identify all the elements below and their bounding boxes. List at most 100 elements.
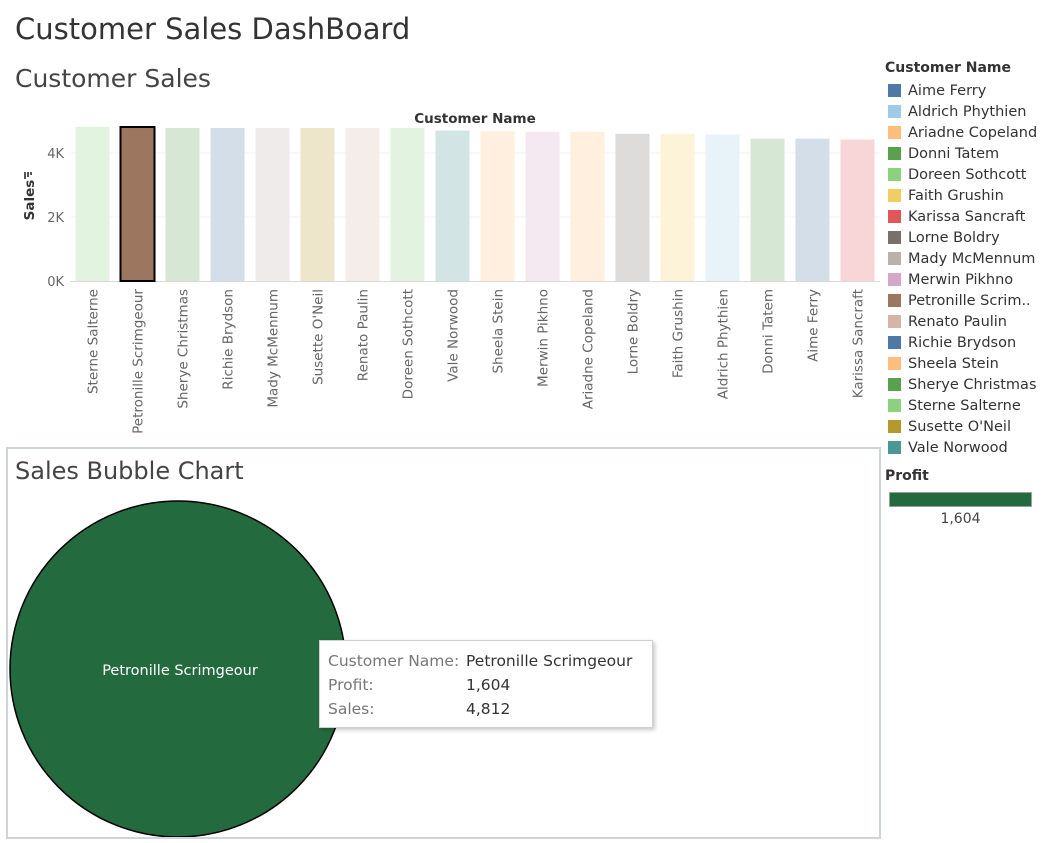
legend-swatch bbox=[888, 420, 901, 433]
legend-label: Merwin Pikhno bbox=[908, 271, 1014, 288]
bar-aime-ferry[interactable] bbox=[795, 138, 830, 281]
bar-vale-norwood[interactable] bbox=[435, 130, 470, 281]
bar-petronille-scrimgeour[interactable] bbox=[119, 126, 156, 282]
legend-swatch bbox=[888, 147, 901, 160]
tooltip: Customer Name: Petronille Scrimgeour Prof… bbox=[319, 640, 653, 728]
bar-merwin-pikhno[interactable] bbox=[525, 131, 560, 281]
legend-item[interactable]: Petronille Scrim.. bbox=[888, 290, 1037, 311]
x-tick-label: Sheela Stein bbox=[491, 289, 507, 374]
legend-swatch bbox=[888, 441, 901, 454]
y-tick-label: 0K bbox=[47, 275, 64, 290]
profit-legend-title: Profit bbox=[885, 468, 929, 484]
bar-renato-paulin[interactable] bbox=[345, 128, 380, 281]
bar-lorne-boldry[interactable] bbox=[615, 133, 650, 281]
legend-label: Sherye Christmas bbox=[908, 376, 1037, 393]
bar-mady-mcmennum[interactable] bbox=[255, 128, 290, 281]
legend-item[interactable]: Donni Tatem bbox=[888, 143, 1037, 164]
legend-swatch bbox=[888, 252, 901, 265]
legend-swatch bbox=[888, 210, 901, 223]
x-tick-label: Ariadne Copeland bbox=[581, 289, 597, 409]
profit-legend-value: 1,604 bbox=[940, 511, 981, 527]
tooltip-value: Petronille Scrimgeour bbox=[466, 652, 633, 670]
legend-item[interactable]: Renato Paulin bbox=[888, 311, 1037, 332]
legend-label: Aldrich Phythien bbox=[908, 103, 1027, 120]
x-tick-label: Renato Paulin bbox=[356, 289, 372, 381]
legend-item[interactable]: Lorne Boldry bbox=[888, 227, 1037, 248]
bar-sheela-stein[interactable] bbox=[480, 131, 515, 281]
sort-descending-icon[interactable] bbox=[24, 172, 32, 179]
legend-swatch bbox=[888, 84, 901, 97]
legend-swatch bbox=[888, 231, 901, 244]
legend-swatch bbox=[888, 126, 901, 139]
legend-label: Sheela Stein bbox=[908, 355, 999, 372]
legend-item[interactable]: Susette O'Neil bbox=[888, 416, 1037, 437]
sales-bar-chart[interactable]: Customer Name Sales 0K 2K 4K Sterne Salterne P… bbox=[0, 100, 880, 445]
legend-item[interactable]: Faith Grushin bbox=[888, 185, 1037, 206]
x-tick-label: Faith Grushin bbox=[671, 289, 687, 378]
legend-item[interactable]: Merwin Pikhno bbox=[888, 269, 1037, 290]
legend-item[interactable]: Aime Ferry bbox=[888, 80, 1037, 101]
legend-item[interactable]: Aldrich Phythien bbox=[888, 101, 1037, 122]
color-legend: Aime Ferry Aldrich Phythien Ariadne Copela… bbox=[888, 80, 1037, 458]
y-tick-label: 4K bbox=[47, 147, 64, 162]
x-tick-label: Doreen Sothcott bbox=[401, 289, 417, 399]
x-tick-label: Sherye Christmas bbox=[176, 289, 192, 409]
legend-item[interactable]: Richie Brydson bbox=[888, 332, 1037, 353]
bar-ariadne-copeland[interactable] bbox=[570, 131, 605, 281]
legend-label: Karissa Sancraft bbox=[908, 208, 1026, 225]
x-tick-label: Aldrich Phythien bbox=[716, 289, 732, 399]
bar-sterne-salterne[interactable] bbox=[75, 126, 110, 281]
legend-swatch bbox=[888, 273, 901, 286]
legend-swatch bbox=[888, 294, 901, 307]
legend-item[interactable]: Vale Norwood bbox=[888, 437, 1037, 458]
bubble-chart-title: Sales Bubble Chart bbox=[15, 457, 244, 485]
legend-item[interactable]: Karissa Sancraft bbox=[888, 206, 1037, 227]
legend-label: Aime Ferry bbox=[908, 82, 987, 99]
x-tick-label: Vale Norwood bbox=[446, 289, 462, 382]
x-tick-label: Merwin Pikhno bbox=[536, 289, 552, 387]
legend-swatch bbox=[888, 399, 901, 412]
x-axis-title: Customer Name bbox=[414, 111, 536, 127]
dashboard-title: Customer Sales DashBoard bbox=[15, 12, 411, 46]
x-tick-label: Susette O'Neil bbox=[311, 289, 327, 385]
bar-faith-grushin[interactable] bbox=[660, 134, 695, 281]
legend-label: Ariadne Copeland bbox=[908, 124, 1038, 141]
bar-aldrich-phythien[interactable] bbox=[705, 134, 740, 281]
legend-label: Richie Brydson bbox=[908, 334, 1017, 351]
legend-swatch bbox=[888, 315, 901, 328]
tooltip-key: Customer Name: bbox=[328, 652, 460, 670]
legend-item[interactable]: Doreen Sothcott bbox=[888, 164, 1037, 185]
bar-karissa-sancraft[interactable] bbox=[840, 139, 875, 281]
y-tick-label: 2K bbox=[47, 211, 64, 226]
legend-label: Sterne Salterne bbox=[908, 397, 1021, 414]
x-tick-label: Richie Brydson bbox=[221, 289, 237, 390]
legend-title: Customer Name bbox=[885, 60, 1011, 76]
tooltip-key: Sales: bbox=[328, 700, 375, 718]
x-tick-label: Sterne Salterne bbox=[86, 289, 102, 394]
legend-swatch bbox=[888, 168, 901, 181]
legend-swatch bbox=[888, 378, 901, 391]
profit-color-ramp bbox=[889, 492, 1032, 507]
bar-doreen-sothcott[interactable] bbox=[390, 128, 425, 281]
tooltip-row-sales: Sales: 4,812 bbox=[328, 700, 510, 718]
legend-label: Mady McMennum bbox=[908, 250, 1036, 267]
tooltip-value: 4,812 bbox=[466, 700, 511, 718]
legend-item[interactable]: Sterne Salterne bbox=[888, 395, 1037, 416]
bar-richie-brydson[interactable] bbox=[210, 128, 245, 281]
legend-item[interactable]: Ariadne Copeland bbox=[888, 122, 1037, 143]
bar-susette-o-neil[interactable] bbox=[300, 128, 335, 281]
legend-label: Lorne Boldry bbox=[908, 229, 1000, 246]
legend-swatch bbox=[888, 336, 901, 349]
legend-label: Doreen Sothcott bbox=[908, 166, 1027, 183]
y-axis-title: Sales bbox=[22, 180, 38, 221]
legend-swatch bbox=[888, 189, 901, 202]
legend-label: Renato Paulin bbox=[908, 313, 1008, 330]
bar-donni-tatem[interactable] bbox=[750, 138, 785, 281]
legend-item[interactable]: Sheela Stein bbox=[888, 353, 1037, 374]
x-tick-label: Petronille Scrimgeour bbox=[131, 289, 147, 434]
bar-sherye-christmas[interactable] bbox=[165, 128, 200, 281]
legend-label: Susette O'Neil bbox=[908, 418, 1011, 435]
legend-item[interactable]: Mady McMennum bbox=[888, 248, 1037, 269]
x-tick-label: Donni Tatem bbox=[761, 289, 777, 374]
legend-item[interactable]: Sherye Christmas bbox=[888, 374, 1037, 395]
